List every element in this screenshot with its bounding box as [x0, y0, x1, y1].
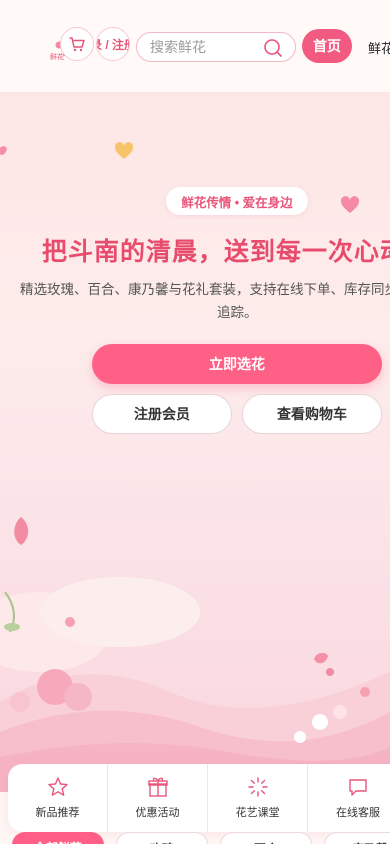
login-register-button[interactable]: 登录 / 注册 [96, 27, 130, 61]
chat-icon [349, 779, 367, 796]
petal-decoration-icon [0, 146, 7, 155]
feature-label: 花艺课堂 [235, 807, 280, 819]
category-chip-carnation[interactable]: 康乃馨 [324, 832, 390, 844]
view-cart-button[interactable]: 查看购物车 [242, 394, 382, 434]
petal-decoration-icon [314, 652, 328, 664]
top-header: 鲜花 登录 / 注册 首页 鲜花 [0, 0, 390, 92]
feature-new-arrivals[interactable]: 新品推荐 [8, 764, 109, 832]
login-register-label: 登录 / 注册 [97, 37, 129, 52]
hero-description-line1: 精选玫瑰、百合、康乃馨与花礼套装，支持在线下单、库存同步与订单 [20, 282, 390, 297]
feature-customer-service[interactable]: 在线客服 [308, 764, 390, 832]
feature-label: 优惠活动 [135, 807, 180, 819]
heart-decoration-icon [340, 196, 360, 213]
hero-banner: 鲜花传情 • 爱在身边 把斗南的清晨，送到每一次心动 精选玫瑰、百合、康乃馨与花… [0, 92, 390, 792]
search-bar[interactable] [136, 32, 296, 62]
hero-tagline-badge: 鲜花传情 • 爱在身边 [166, 187, 308, 215]
nav-flowers-link[interactable]: 鲜花 [368, 38, 390, 57]
petal-decoration-icon [14, 517, 29, 545]
search-input[interactable] [150, 39, 260, 55]
hero-title: 把斗南的清晨，送到每一次心动 [42, 238, 390, 266]
feature-shortcuts-bar: 新品推荐 优惠活动 花艺课堂 在线客服 [8, 764, 390, 832]
star-icon [47, 777, 68, 796]
hero-description-line2: 追踪。 [217, 305, 258, 320]
cart-button[interactable] [60, 27, 94, 61]
category-chips: 全部鲜花 玫瑰 百合 康乃馨 [0, 830, 390, 844]
feature-floral-class[interactable]: 花艺课堂 [208, 764, 309, 832]
register-member-button[interactable]: 注册会员 [92, 394, 232, 434]
feature-label: 新品推荐 [35, 807, 80, 819]
nav-home-button[interactable]: 首页 [302, 29, 352, 63]
sparkle-icon [247, 777, 268, 797]
shop-now-button[interactable]: 立即选花 [92, 344, 382, 384]
gift-icon [147, 777, 168, 797]
category-chip-all[interactable]: 全部鲜花 [12, 832, 104, 844]
category-chip-rose[interactable]: 玫瑰 [116, 832, 208, 844]
category-chip-lily[interactable]: 百合 [220, 832, 312, 844]
feature-promotions[interactable]: 优惠活动 [108, 764, 209, 832]
cart-icon [69, 37, 85, 52]
hero-landscape-illustration [0, 577, 390, 792]
search-icon[interactable] [263, 38, 283, 58]
heart-decoration-icon [114, 142, 134, 159]
hero-description: 精选玫瑰、百合、康乃馨与花礼套装，支持在线下单、库存同步与订单 追踪。 [20, 278, 390, 324]
feature-label: 在线客服 [336, 807, 381, 819]
